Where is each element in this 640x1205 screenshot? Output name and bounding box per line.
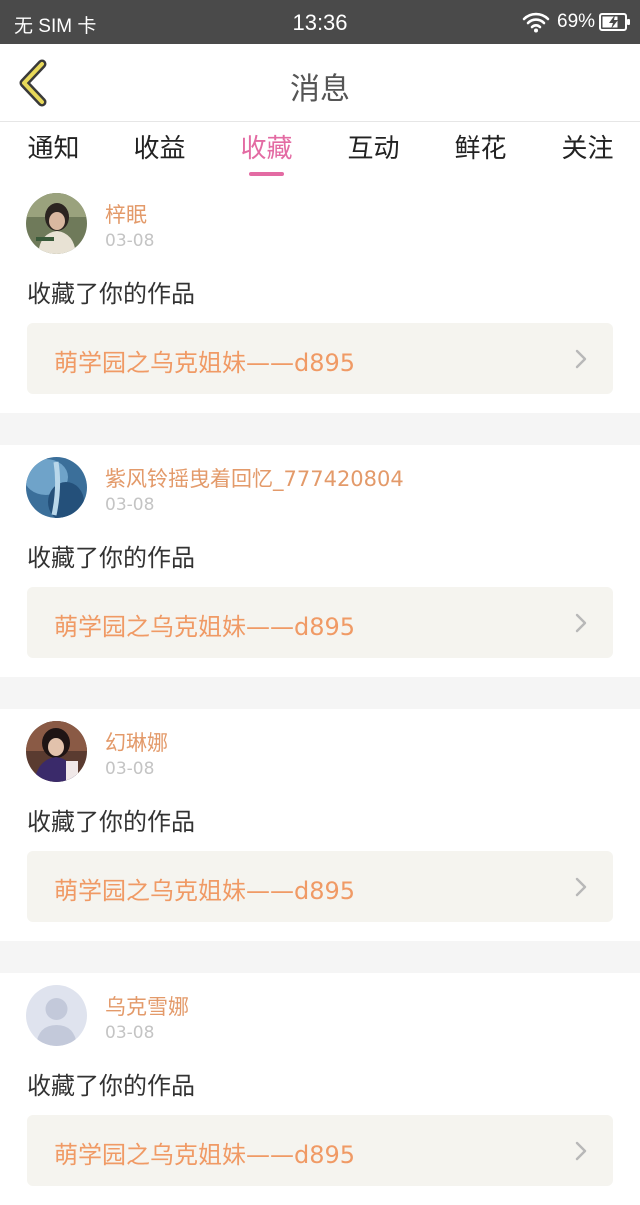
notification-card: 幻琳娜 03-08 收藏了你的作品 萌学园之乌克姐妹——d895 bbox=[0, 709, 640, 941]
active-tab-indicator bbox=[249, 172, 284, 176]
notification-card: 乌克雪娜 03-08 收藏了你的作品 萌学园之乌克姐妹——d895 bbox=[0, 973, 640, 1205]
timestamp: 03-08 bbox=[105, 231, 155, 251]
work-title: 萌学园之乌克姐妹——d895 bbox=[54, 613, 356, 641]
divider bbox=[0, 677, 640, 709]
page-title: 消息 bbox=[290, 72, 350, 107]
notification-card: 紫风铃摇曳着回忆_777420804 03-08 收藏了你的作品 萌学园之乌克姐… bbox=[0, 445, 640, 677]
work-link[interactable]: 萌学园之乌克姐妹——d895 bbox=[27, 323, 613, 394]
tab-label: 鲜花 bbox=[454, 134, 507, 164]
battery-percent: 69% bbox=[557, 11, 596, 32]
tab-label: 收益 bbox=[133, 134, 186, 164]
action-text: 收藏了你的作品 bbox=[27, 280, 195, 308]
username[interactable]: 幻琳娜 bbox=[105, 727, 168, 757]
avatar[interactable] bbox=[26, 721, 87, 782]
divider bbox=[0, 413, 640, 445]
notification-feed: 梓眠 03-08 收藏了你的作品 萌学园之乌克姐妹——d895 紫风铃摇曳着回忆… bbox=[0, 181, 640, 1205]
chevron-right-icon bbox=[575, 613, 587, 633]
default-user-icon bbox=[26, 985, 87, 1046]
tab-label: 通知 bbox=[27, 134, 80, 164]
tab-label: 收藏 bbox=[240, 134, 293, 164]
username[interactable]: 梓眠 bbox=[105, 199, 147, 229]
tab-flowers[interactable]: 鲜花 bbox=[427, 123, 534, 181]
status-bar: 无 SIM 卡 13:36 69% bbox=[0, 0, 640, 44]
work-title: 萌学园之乌克姐妹——d895 bbox=[54, 877, 356, 905]
tab-label: 互动 bbox=[347, 134, 400, 164]
username[interactable]: 乌克雪娜 bbox=[105, 991, 189, 1021]
avatar[interactable] bbox=[26, 457, 87, 518]
work-link[interactable]: 萌学园之乌克姐妹——d895 bbox=[27, 587, 613, 658]
timestamp: 03-08 bbox=[105, 495, 155, 515]
avatar[interactable] bbox=[26, 193, 87, 254]
tab-notifications[interactable]: 通知 bbox=[0, 123, 107, 181]
nav-bar: 消息 bbox=[0, 44, 640, 122]
work-title: 萌学园之乌克姐妹——d895 bbox=[54, 349, 356, 377]
action-text: 收藏了你的作品 bbox=[27, 544, 195, 572]
work-link[interactable]: 萌学园之乌克姐妹——d895 bbox=[27, 851, 613, 922]
timestamp: 03-08 bbox=[105, 759, 155, 779]
action-text: 收藏了你的作品 bbox=[27, 808, 195, 836]
action-text: 收藏了你的作品 bbox=[27, 1072, 195, 1100]
tab-favorites[interactable]: 收藏 bbox=[213, 123, 320, 181]
tab-follows[interactable]: 关注 bbox=[534, 123, 640, 181]
work-title: 萌学园之乌克姐妹——d895 bbox=[54, 1141, 356, 1169]
tab-interactions[interactable]: 互动 bbox=[320, 123, 427, 181]
tab-bar: 通知 收益 收藏 互动 鲜花 关注 bbox=[0, 123, 640, 181]
tab-label: 关注 bbox=[561, 134, 614, 164]
timestamp: 03-08 bbox=[105, 1023, 155, 1043]
chevron-right-icon bbox=[575, 349, 587, 369]
chevron-right-icon bbox=[575, 877, 587, 897]
divider bbox=[0, 941, 640, 973]
avatar[interactable] bbox=[26, 985, 87, 1046]
battery-charging-icon bbox=[599, 13, 630, 31]
wifi-icon bbox=[522, 12, 550, 33]
work-link[interactable]: 萌学园之乌克姐妹——d895 bbox=[27, 1115, 613, 1186]
notification-card: 梓眠 03-08 收藏了你的作品 萌学园之乌克姐妹——d895 bbox=[0, 181, 640, 413]
tab-earnings[interactable]: 收益 bbox=[106, 123, 213, 181]
chevron-right-icon bbox=[575, 1141, 587, 1161]
username[interactable]: 紫风铃摇曳着回忆_777420804 bbox=[105, 463, 404, 493]
